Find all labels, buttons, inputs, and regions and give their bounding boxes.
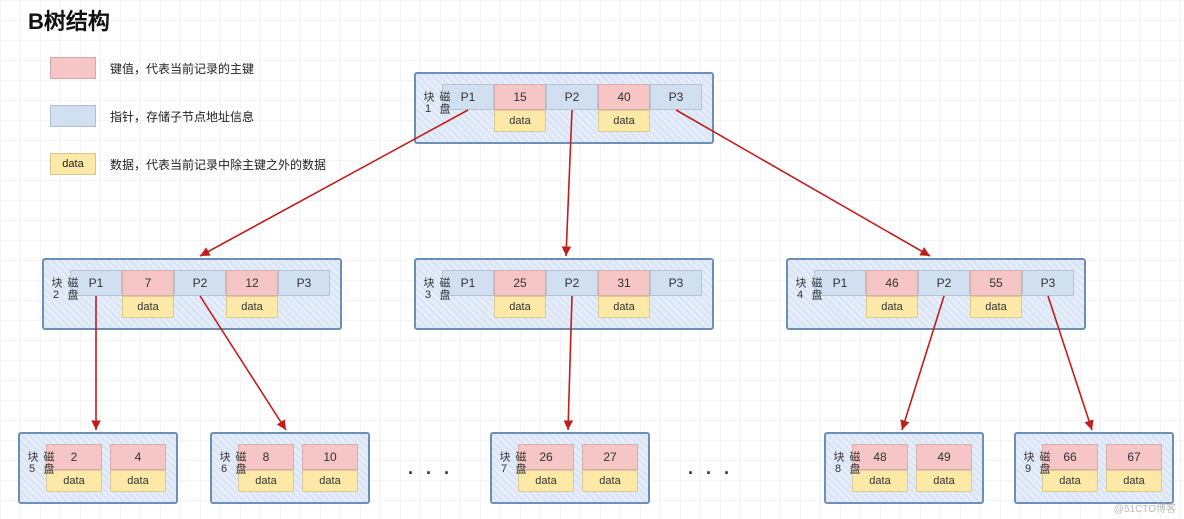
key-cell: 10 xyxy=(302,444,358,470)
data-cell: data xyxy=(582,470,638,492)
pointer-cell: P2 xyxy=(174,270,226,296)
disk-block-3: 磁盘块3 P1 25 P2 31 P3 data data xyxy=(414,258,714,330)
key-cell: 49 xyxy=(916,444,972,470)
disk-block-9: 磁盘块9 66 67 data data xyxy=(1014,432,1174,504)
block-label: 磁盘块9 xyxy=(1020,451,1052,485)
data-cell: data xyxy=(122,296,174,318)
pointer-cell: P3 xyxy=(1022,270,1074,296)
legend-key-text: 键值，代表当前记录的主键 xyxy=(110,60,254,77)
pointer-cell: P3 xyxy=(650,84,702,110)
block-label: 磁盘块1 xyxy=(420,91,452,125)
data-cell: data xyxy=(598,296,650,318)
data-cell: data xyxy=(1106,470,1162,492)
watermark: @51CTO博客 xyxy=(1114,500,1176,515)
block-label: 磁盘块3 xyxy=(420,277,452,311)
diagram-title: B树结构 xyxy=(28,4,110,36)
key-cell: 25 xyxy=(494,270,546,296)
pointer-cell: P3 xyxy=(278,270,330,296)
legend-ptr-swatch xyxy=(50,105,96,127)
key-cell: 31 xyxy=(598,270,650,296)
key-cell: 15 xyxy=(494,84,546,110)
block-label: 磁盘块5 xyxy=(24,451,56,485)
disk-block-4: 磁盘块4 P1 46 P2 55 P3 data data xyxy=(786,258,1086,330)
legend-ptr-text: 指针，存储子节点地址信息 xyxy=(110,108,254,125)
key-cell: 27 xyxy=(582,444,638,470)
disk-block-7: 磁盘块7 26 27 data data xyxy=(490,432,650,504)
pointer-cell: P2 xyxy=(918,270,970,296)
data-cell: data xyxy=(866,296,918,318)
data-cell: data xyxy=(494,110,546,132)
block-label: 磁盘块8 xyxy=(830,451,862,485)
legend-key-row: 键值，代表当前记录的主键 xyxy=(50,54,326,82)
pointer-cell: P2 xyxy=(546,84,598,110)
data-cell: data xyxy=(494,296,546,318)
data-cell: data xyxy=(598,110,650,132)
block-label: 磁盘块4 xyxy=(792,277,824,311)
legend-ptr-row: 指针，存储子节点地址信息 xyxy=(50,102,326,130)
data-cell: data xyxy=(226,296,278,318)
block-label: 磁盘块6 xyxy=(216,451,248,485)
data-cell: data xyxy=(916,470,972,492)
key-cell: 55 xyxy=(970,270,1022,296)
pointer-cell: P3 xyxy=(650,270,702,296)
key-cell: 12 xyxy=(226,270,278,296)
block-label: 磁盘块2 xyxy=(48,277,80,311)
data-cell: data xyxy=(970,296,1022,318)
legend-data-text: 数据，代表当前记录中除主键之外的数据 xyxy=(110,156,326,173)
disk-block-2: 磁盘块2 P1 7 P2 12 P3 data data xyxy=(42,258,342,330)
pointer-cell: P2 xyxy=(546,270,598,296)
key-cell: 40 xyxy=(598,84,650,110)
block-label: 磁盘块7 xyxy=(496,451,528,485)
disk-block-6: 磁盘块6 8 10 data data xyxy=(210,432,370,504)
key-cell: 7 xyxy=(122,270,174,296)
key-cell: 46 xyxy=(866,270,918,296)
ellipsis: . . . xyxy=(408,458,453,479)
legend-key-swatch xyxy=(50,57,96,79)
legend: 键值，代表当前记录的主键 指针，存储子节点地址信息 data 数据，代表当前记录… xyxy=(50,54,326,198)
data-cell: data xyxy=(302,470,358,492)
data-cell: data xyxy=(110,470,166,492)
legend-data-row: data 数据，代表当前记录中除主键之外的数据 xyxy=(50,150,326,178)
disk-block-5: 磁盘块5 2 4 data data xyxy=(18,432,178,504)
key-cell: 4 xyxy=(110,444,166,470)
disk-block-1: 磁盘块1 P1 15 P2 40 P3 data data xyxy=(414,72,714,144)
disk-block-8: 磁盘块8 48 49 data data xyxy=(824,432,984,504)
ellipsis: . . . xyxy=(688,458,733,479)
legend-data-swatch: data xyxy=(50,153,96,175)
key-cell: 67 xyxy=(1106,444,1162,470)
